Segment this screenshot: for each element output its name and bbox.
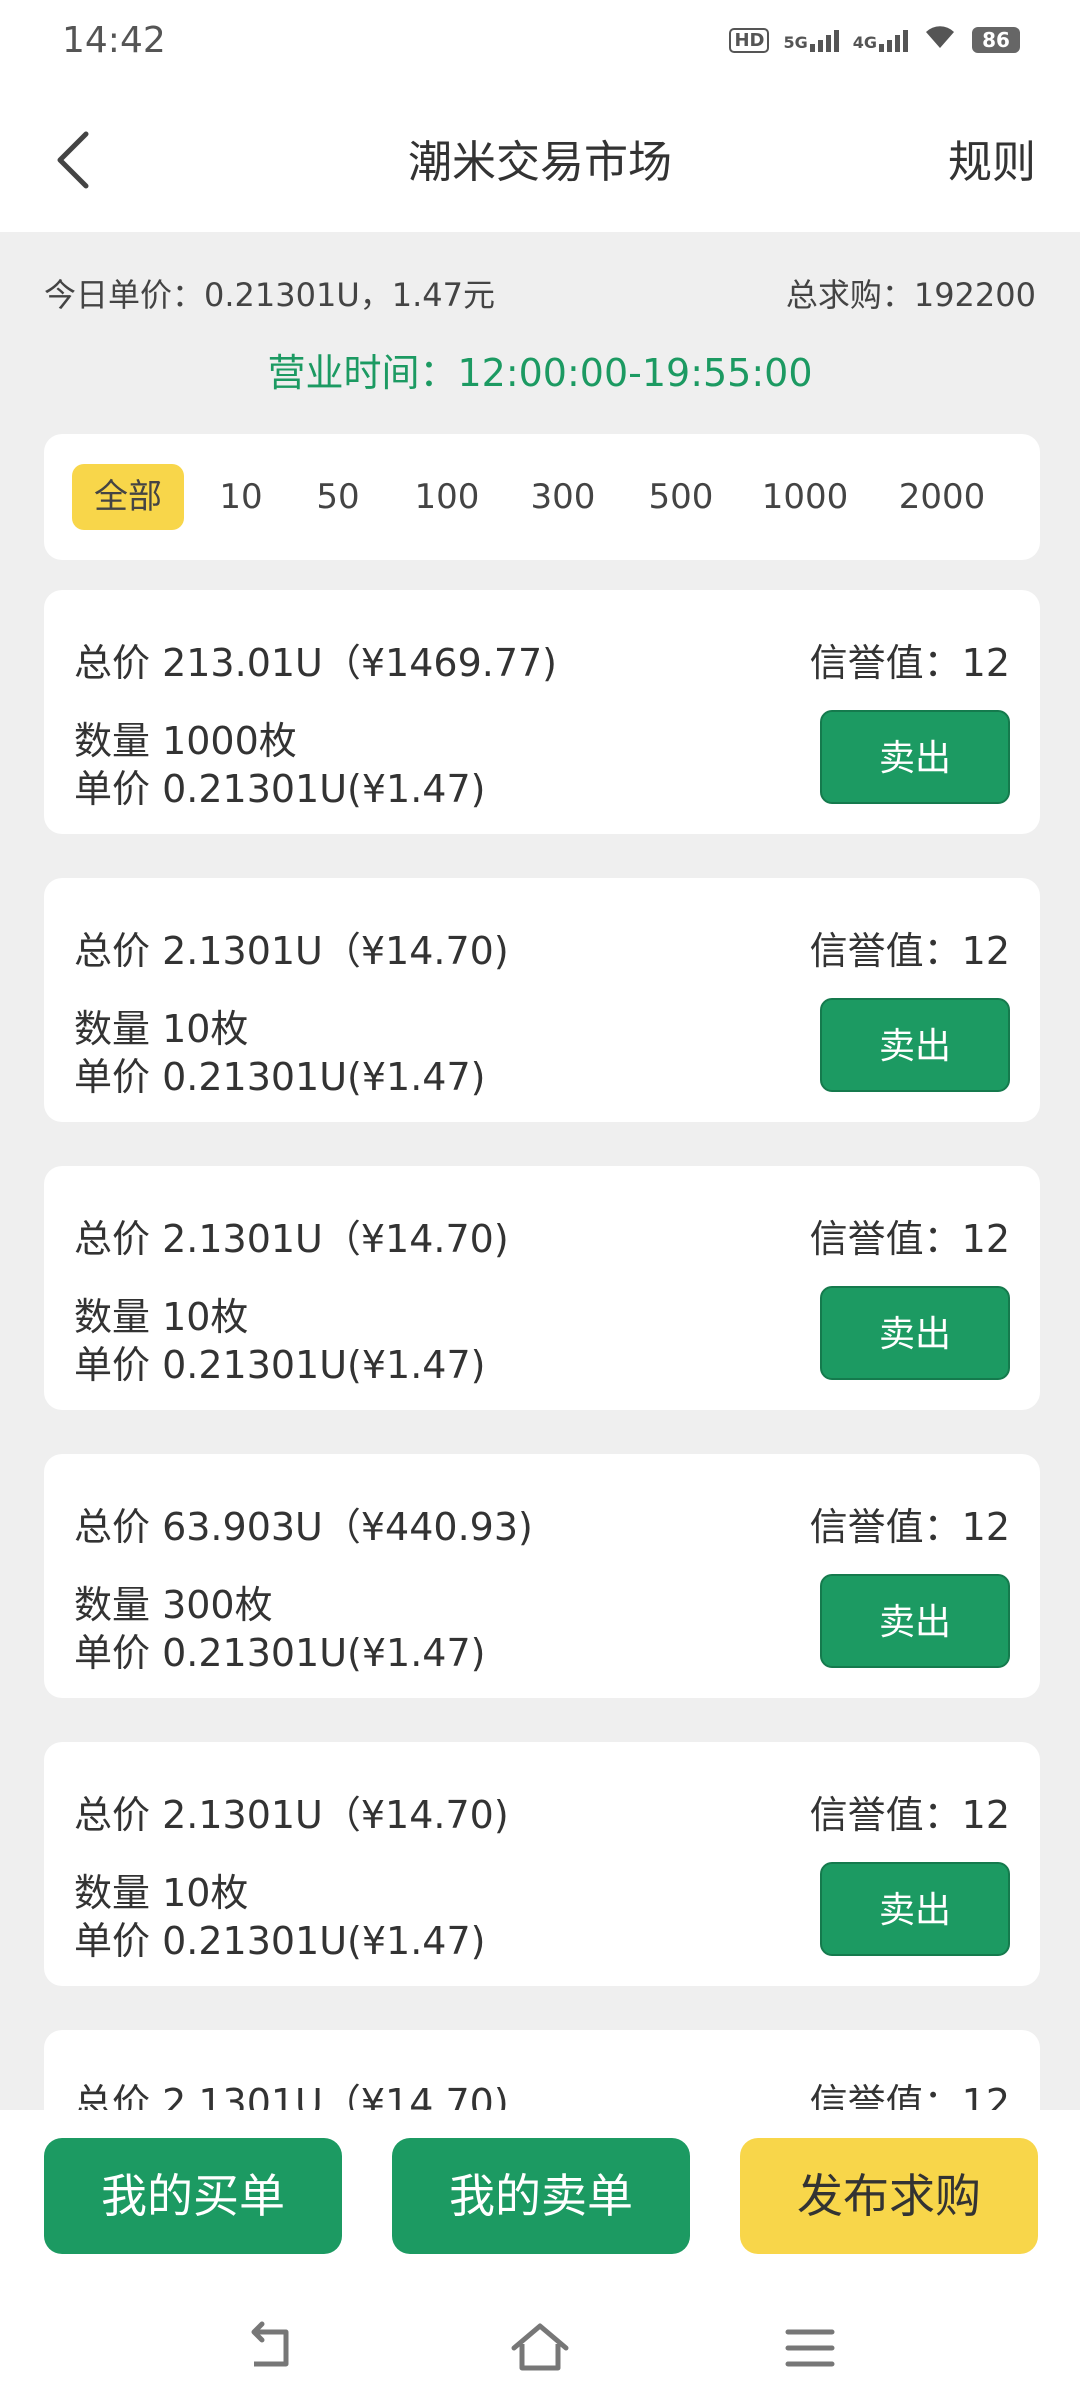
signal-5g-icon: 5G	[783, 28, 839, 52]
order-card: 总价 213.01U（¥1469.77) 信誉值：12 数量 1000枚 单价 …	[44, 590, 1040, 834]
order-card: 总价 2.1301U（¥14.70) 信誉值：12 数量 10枚 单价 0.21…	[44, 1166, 1040, 1410]
sell-button[interactable]: 卖出	[820, 1862, 1010, 1956]
battery-icon: 86	[972, 27, 1020, 53]
order-credit: 信誉值：12	[809, 1505, 1010, 1549]
unit-price-info: 今日单价：0.21301U，1.47元	[44, 276, 496, 314]
filter-chip-1000[interactable]: 1000	[750, 464, 860, 530]
rules-link[interactable]: 规则	[948, 126, 1036, 190]
signal-bars-icon	[879, 28, 908, 52]
order-total: 总价 2.1301U（¥14.70)	[74, 929, 509, 973]
order-list[interactable]: 总价 213.01U（¥1469.77) 信誉值：12 数量 1000枚 单价 …	[0, 580, 1080, 2110]
total-demand-info: 总求购：192200	[785, 276, 1036, 314]
system-nav-bar	[0, 2298, 1080, 2408]
order-quantity: 数量 300枚	[74, 1583, 273, 1627]
order-total: 总价 213.01U（¥1469.77)	[74, 641, 557, 685]
hd-icon: HD	[729, 27, 770, 53]
order-credit: 信誉值：12	[809, 1793, 1010, 1837]
signal-bars-icon	[809, 28, 839, 52]
net-4g-label: 4G	[852, 33, 877, 52]
page-title: 潮米交易市场	[408, 137, 672, 188]
order-credit: 信誉值：12	[809, 641, 1010, 685]
status-icons: HD 5G 4G 86	[729, 24, 1020, 56]
my-buy-orders-button[interactable]: 我的买单	[44, 2138, 342, 2254]
status-bar: 14:42 HD 5G 4G 86	[0, 0, 1080, 88]
filter-chip-300[interactable]: 300	[516, 464, 610, 530]
order-card: 总价 2.1301U（¥14.70) 信誉值：12 数量 10枚 单价 0.21…	[44, 878, 1040, 1122]
order-quantity: 数量 1000枚	[74, 719, 297, 763]
order-total: 总价 63.903U（¥440.93)	[74, 1505, 533, 1549]
order-quantity: 数量 10枚	[74, 1871, 249, 1915]
order-unit-price: 单价 0.21301U(¥1.47)	[74, 1343, 486, 1387]
order-credit: 信誉值：12	[809, 1217, 1010, 1261]
filter-chip-100[interactable]: 100	[400, 464, 494, 530]
wifi-icon	[922, 24, 958, 56]
my-sell-orders-button[interactable]: 我的卖单	[392, 2138, 690, 2254]
filter-chip-10[interactable]: 10	[206, 464, 276, 530]
order-quantity: 数量 10枚	[74, 1007, 249, 1051]
order-unit-price: 单价 0.21301U(¥1.47)	[74, 1631, 486, 1675]
sell-button[interactable]: 卖出	[820, 1286, 1010, 1380]
filter-chip-2000[interactable]: 2000	[882, 464, 1002, 530]
filter-chip-all[interactable]: 全部	[72, 464, 184, 530]
back-arrow-icon[interactable]	[240, 2320, 300, 2376]
business-hours: 营业时间：12:00:00-19:55:00	[267, 351, 813, 395]
order-total: 总价 2.1301U（¥14.70)	[74, 1217, 509, 1261]
post-buy-request-button[interactable]: 发布求购	[740, 2138, 1038, 2254]
order-card: 总价 2.1301U（¥14.70) 信誉值：12	[44, 2030, 1040, 2110]
filter-chip-50[interactable]: 50	[298, 464, 378, 530]
home-icon[interactable]	[510, 2320, 570, 2376]
order-total: 总价 2.1301U（¥14.70)	[74, 2081, 509, 2110]
header: 潮米交易市场 规则	[0, 88, 1080, 232]
order-credit: 信誉值：12	[809, 2081, 1010, 2110]
quantity-filter-bar: 全部 10 50 100 300 500 1000 2000	[44, 434, 1040, 560]
status-time: 14:42	[62, 20, 166, 61]
filter-chip-500[interactable]: 500	[634, 464, 728, 530]
order-card: 总价 2.1301U（¥14.70) 信誉值：12 数量 10枚 单价 0.21…	[44, 1742, 1040, 1986]
sell-button[interactable]: 卖出	[820, 710, 1010, 804]
sell-button[interactable]: 卖出	[820, 1574, 1010, 1668]
sell-button[interactable]: 卖出	[820, 998, 1010, 1092]
order-credit: 信誉值：12	[809, 929, 1010, 973]
order-unit-price: 单价 0.21301U(¥1.47)	[74, 1055, 486, 1099]
signal-4g-icon: 4G	[853, 28, 908, 52]
order-total: 总价 2.1301U（¥14.70)	[74, 1793, 509, 1837]
order-card: 总价 63.903U（¥440.93) 信誉值：12 数量 300枚 单价 0.…	[44, 1454, 1040, 1698]
order-unit-price: 单价 0.21301U(¥1.47)	[74, 1919, 486, 1963]
order-quantity: 数量 10枚	[74, 1295, 249, 1339]
order-unit-price: 单价 0.21301U(¥1.47)	[74, 767, 486, 811]
net-5g-label: 5G	[783, 33, 808, 52]
menu-icon[interactable]	[780, 2320, 840, 2376]
